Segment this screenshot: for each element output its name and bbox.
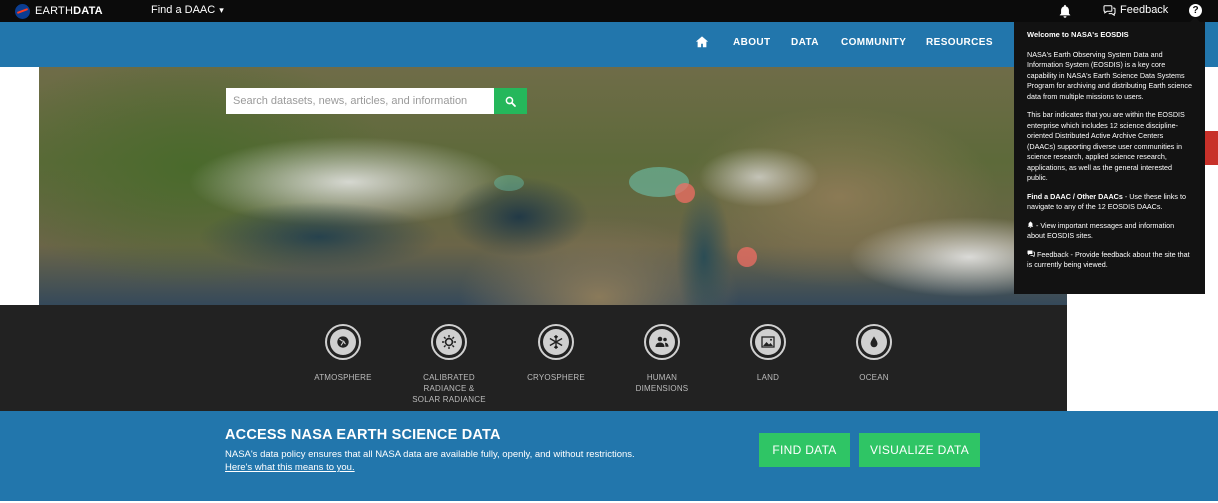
category-label: LAND — [756, 373, 780, 382]
side-tab[interactable] — [1205, 131, 1218, 165]
feedback-label: Feedback — [1120, 4, 1169, 16]
top-bar: EARTHDATA Find a DAAC ▾ Feedback ? — [0, 0, 1218, 22]
popover-feedback-text: Feedback - Provide feedback about the si… — [1027, 249, 1190, 270]
eosdis-welcome-popover: Welcome to NASA's EOSDIS NASA's Earth Ob… — [1014, 17, 1205, 294]
fire-marker — [675, 183, 695, 203]
category-label: OCEAN — [859, 373, 889, 382]
popover-title: Welcome to NASA's EOSDIS — [1027, 30, 1129, 39]
chevron-down-icon: ▾ — [219, 5, 224, 15]
category-atmosphere[interactable]: ATMOSPHERE — [288, 324, 398, 383]
comments-icon — [1103, 4, 1116, 16]
visualize-data-button[interactable]: VISUALIZE DATA — [859, 433, 980, 467]
home-icon[interactable] — [695, 35, 709, 49]
bell-icon — [1027, 220, 1034, 228]
earthdata-logo[interactable]: EARTHDATA — [15, 3, 103, 19]
nav-data[interactable]: DATA — [791, 37, 819, 48]
banner-title: ACCESS NASA EARTH SCIENCE DATA — [225, 427, 501, 443]
search-input[interactable] — [226, 88, 494, 114]
category-calibrated-radiance[interactable]: CALIBRATED RADIANCE & SOLAR RADIANCE — [394, 324, 504, 405]
category-land[interactable]: LAND — [713, 324, 823, 383]
popover-notifications-text: - View important messages and informatio… — [1027, 220, 1175, 241]
comments-icon — [1027, 250, 1035, 257]
snowflake-icon — [549, 335, 563, 349]
landscape-icon — [761, 336, 775, 348]
category-ocean[interactable]: OCEAN — [819, 324, 929, 383]
search-icon — [505, 96, 516, 107]
algae-bloom-small — [494, 175, 524, 191]
popover-arrow — [1190, 17, 1200, 22]
feedback-link[interactable]: Feedback — [1103, 4, 1168, 16]
help-icon[interactable]: ? — [1189, 4, 1202, 17]
bell-icon[interactable] — [1058, 4, 1072, 18]
popover-enterprise-text: This bar indicates that you are within t… — [1027, 110, 1185, 182]
category-label: CALIBRATED RADIANCE & SOLAR RADIANCE — [412, 373, 486, 404]
banner-description: NASA's data policy ensures that all NASA… — [225, 449, 635, 460]
find-data-button[interactable]: FIND DATA — [759, 433, 850, 467]
brand-name: EARTHDATA — [35, 5, 103, 17]
people-icon — [655, 336, 669, 347]
access-data-banner: ACCESS NASA EARTH SCIENCE DATA NASA's da… — [0, 411, 1218, 501]
category-human-dimensions[interactable]: HUMAN DIMENSIONS — [607, 324, 717, 394]
water-drop-icon — [870, 336, 878, 348]
category-label: ATMOSPHERE — [314, 373, 372, 382]
category-label: CRYOSPHERE — [527, 373, 585, 382]
sun-icon — [442, 335, 456, 349]
fire-marker-2 — [737, 247, 757, 267]
data-policy-link[interactable]: Here's what this means to you. — [225, 462, 355, 473]
nav-community[interactable]: COMMUNITY — [841, 37, 906, 48]
nav-resources[interactable]: RESOURCES — [926, 37, 993, 48]
nasa-meatball-icon — [15, 3, 30, 19]
hero-satellite-image — [39, 67, 1067, 305]
discipline-band: ATMOSPHERE CALIBRATED RADIANCE & SOLAR RAD… — [0, 305, 1067, 411]
popover-intro: NASA's Earth Observing System Data and I… — [1027, 49, 1192, 101]
popover-daac-text: Find a DAAC / Other DAACs - Use these li… — [1027, 191, 1186, 212]
nav-about[interactable]: ABOUT — [733, 37, 771, 48]
category-label: HUMAN DIMENSIONS — [635, 373, 689, 393]
globe-icon — [337, 336, 349, 348]
category-cryosphere[interactable]: CRYOSPHERE — [501, 324, 611, 383]
find-daac-dropdown[interactable]: Find a DAAC ▾ — [151, 4, 224, 16]
search-button[interactable] — [494, 88, 527, 114]
band-gutter — [1067, 305, 1218, 411]
